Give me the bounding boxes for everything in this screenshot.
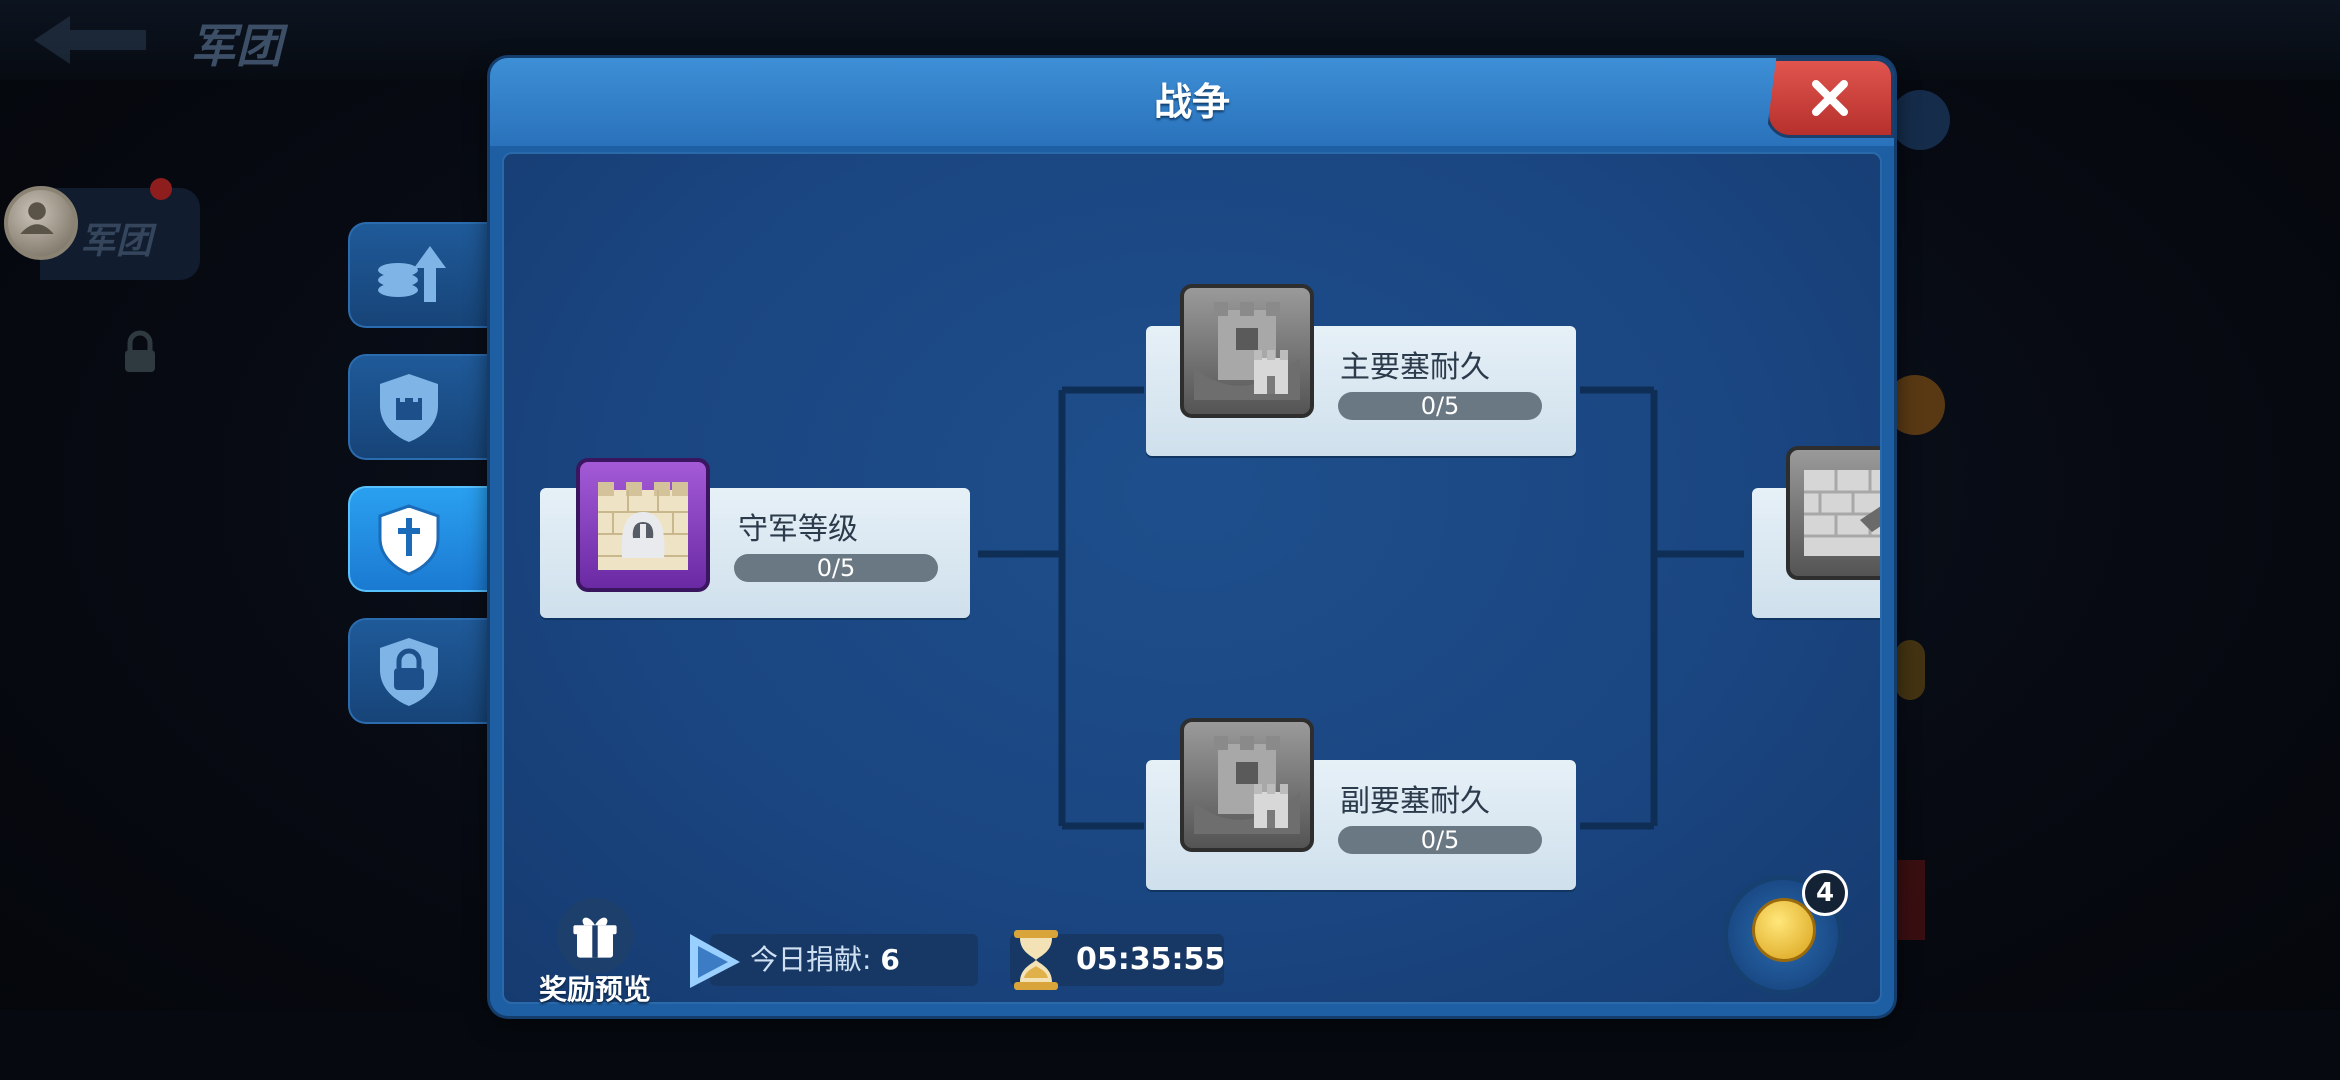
- tab-locked[interactable]: [348, 618, 498, 724]
- donation-label: 今日捐献:: [750, 943, 872, 976]
- game-screen: 军团 军团 战争 守军等级 0/5 主要塞耐久 0/5 副要塞耐久 0/5 奖励…: [0, 0, 2340, 1080]
- castle-shield-icon: [380, 374, 438, 442]
- node-icon[interactable]: [1786, 446, 1880, 580]
- donation-value: 6: [880, 943, 900, 976]
- war-dialog: 战争 守军等级 0/5 主要塞耐久 0/5 副要塞耐久 0/5: [490, 58, 1894, 1016]
- fortress-tower-icon: [1194, 736, 1300, 834]
- background-edit-button: [1885, 375, 1945, 435]
- fortress-tower-icon: [1194, 302, 1300, 400]
- node-icon[interactable]: [576, 458, 710, 592]
- castle-knight-icon: [598, 482, 688, 570]
- background-bottom-bar: [0, 1010, 2340, 1080]
- donation-today: 今日捐献: 6: [750, 934, 900, 986]
- node-icon[interactable]: [1180, 284, 1314, 418]
- reward-preview-button[interactable]: 奖励预览: [530, 898, 660, 1008]
- node-progress: 0/5: [1338, 392, 1542, 420]
- tab-upgrade[interactable]: [348, 222, 498, 328]
- background-decoration: [1895, 640, 1925, 700]
- node-label: 主要塞耐久: [1340, 350, 1490, 385]
- background-title: 军团: [190, 19, 282, 73]
- user-icon: [20, 202, 54, 234]
- wall-hammer-icon: [1804, 470, 1880, 556]
- lock-icon: [125, 330, 155, 372]
- sword-shield-icon: [378, 504, 440, 576]
- avatar[interactable]: [4, 186, 78, 260]
- gift-icon: [557, 898, 633, 974]
- dialog-title: 战争: [1153, 80, 1230, 124]
- close-button[interactable]: [1766, 58, 1894, 138]
- background-bubble: [1890, 90, 1950, 150]
- donation-triangle-icon: [690, 934, 740, 988]
- close-icon: [1812, 80, 1848, 116]
- tab-defense[interactable]: [348, 354, 498, 460]
- node-progress: 0/5: [1338, 826, 1542, 854]
- locked-shield-icon: [380, 638, 438, 706]
- skill-tree-panel: 守军等级 0/5 主要塞耐久 0/5 副要塞耐久 0/5: [502, 152, 1882, 1004]
- node-label: 副要塞耐久: [1340, 784, 1490, 819]
- notification-dot: [150, 178, 172, 200]
- tab-war[interactable]: [348, 486, 498, 592]
- coin-count-badge: 4: [1802, 870, 1848, 916]
- coins-upgrade-icon: [378, 246, 446, 302]
- background-avatar-label: 军团: [80, 221, 153, 262]
- background-decoration: [1895, 860, 1925, 940]
- countdown-timer: 05:35:55: [1076, 942, 1226, 977]
- node-progress: 0/5: [734, 554, 938, 582]
- node-icon[interactable]: [1180, 718, 1314, 852]
- reward-preview-label: 奖励预览: [538, 973, 651, 1006]
- node-label: 守军等级: [738, 512, 858, 547]
- back-arrow-icon[interactable]: [30, 12, 150, 68]
- hourglass-icon: [1014, 930, 1058, 990]
